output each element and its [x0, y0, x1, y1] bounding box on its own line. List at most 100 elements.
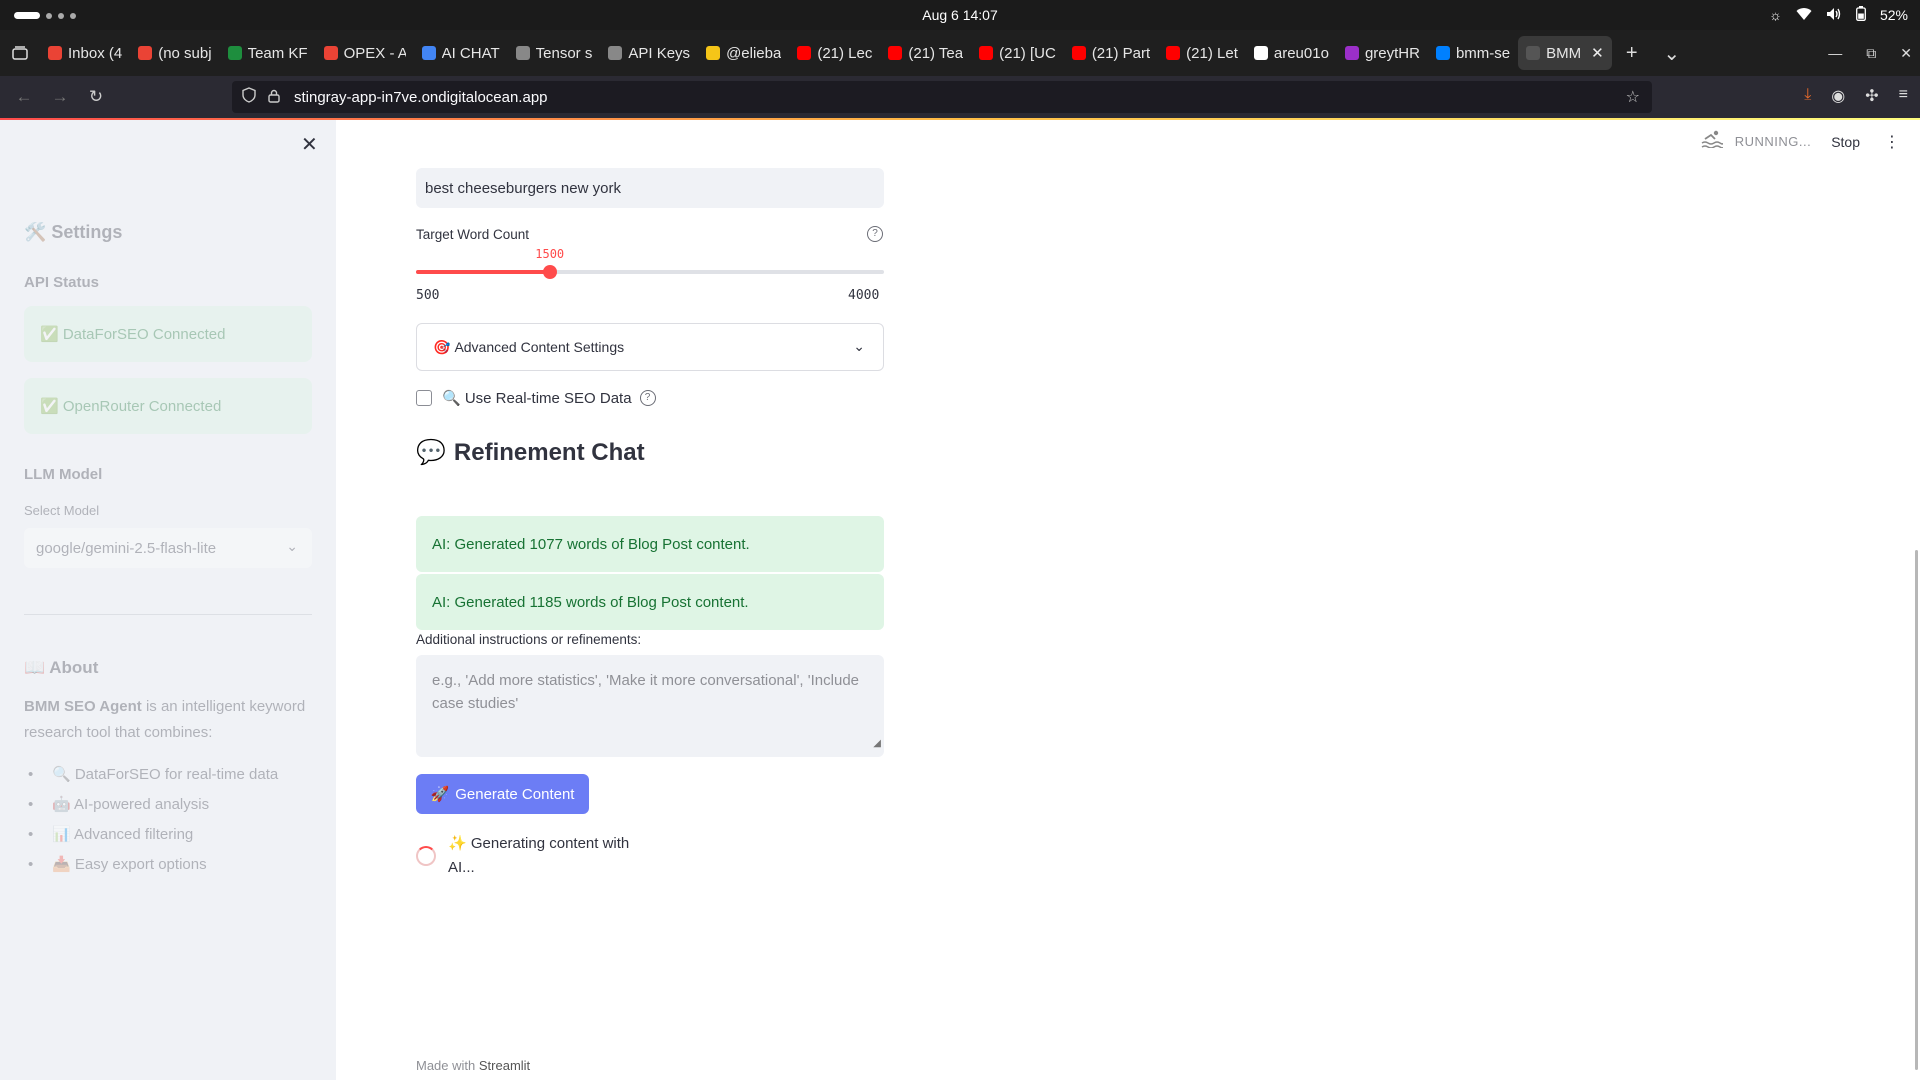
bookmark-star-icon[interactable]: ☆ — [1626, 87, 1640, 107]
status-message-openrouter: ✅ OpenRouter Connected — [24, 378, 312, 434]
lock-icon[interactable] — [268, 89, 286, 106]
help-icon[interactable]: ? — [639, 390, 656, 406]
youtube-icon — [797, 46, 812, 60]
sheets-icon — [227, 46, 242, 60]
tab-label: areu01o — [1273, 44, 1329, 62]
youtube-icon — [1166, 46, 1181, 60]
restore-icon[interactable]: ⧉ — [1866, 45, 1876, 62]
tab-label: API Keys — [628, 44, 691, 62]
browser-tab[interactable]: AI CHAT — [414, 36, 508, 70]
emoji-icon — [706, 46, 721, 60]
generate-content-button[interactable]: 🚀 Generate Content — [416, 774, 589, 814]
tab-label: OPEX - A — [343, 44, 406, 62]
realtime-seo-checkbox[interactable] — [416, 390, 432, 406]
browser-tab[interactable]: bmm-se — [1428, 36, 1518, 70]
tab-label: bmm-se — [1455, 44, 1511, 62]
realtime-seo-checkbox-row[interactable]: 🔍 Use Real-time SEO Data ? — [416, 389, 656, 407]
back-arrow-icon[interactable]: ← — [6, 87, 42, 107]
slider-fill — [416, 270, 550, 274]
slider-current-value: 1500 — [535, 247, 565, 261]
generating-status: ✨ Generating content with AI... — [416, 832, 648, 880]
tab-overview-icon[interactable] — [0, 30, 40, 76]
shield-icon[interactable] — [242, 87, 260, 107]
chevron-down-icon: ⌄ — [286, 538, 298, 554]
browser-tab[interactable]: (21) Tea — [880, 36, 971, 70]
close-window-icon[interactable]: ✕ — [1900, 45, 1912, 62]
tab-label: Team KF — [247, 44, 308, 62]
running-swimmer-icon — [1701, 130, 1724, 153]
word-count-slider[interactable]: 1500 — [416, 247, 884, 279]
list-item: 🤖 AI-powered analysis — [28, 790, 278, 820]
generating-text: ✨ Generating content with AI... — [448, 835, 630, 876]
close-tab-icon[interactable]: ✕ — [1591, 44, 1604, 62]
slider-max-label: 4000 — [848, 288, 880, 303]
browser-nav-bar: ← → ↻ stingray-app-in7ve.ondigitalocean.… — [0, 76, 1920, 118]
textarea-placeholder: e.g., 'Add more statistics', 'Make it mo… — [432, 672, 860, 712]
browser-tab[interactable]: (21) Part — [1064, 36, 1158, 70]
page-scrollbar[interactable] — [1915, 550, 1918, 1070]
keyword-input[interactable]: best cheeseburgers new york — [416, 168, 884, 208]
app-status-widget: RUNNING... Stop ⋮ — [1701, 130, 1900, 153]
word-count-label: Target Word Count — [416, 227, 530, 242]
new-tab-button[interactable]: + — [1612, 42, 1652, 65]
browser-tab[interactable]: (21) Let — [1158, 36, 1246, 70]
youtube-icon — [979, 46, 994, 60]
select-model-label: Select Model — [24, 503, 100, 518]
browser-tab[interactable]: Team KF — [220, 36, 316, 70]
menu-icon[interactable]: ≡ — [1899, 86, 1908, 106]
browser-tab[interactable]: OPEX - A — [316, 36, 414, 70]
tab-label: (21) Part — [1091, 44, 1151, 62]
streamlit-link[interactable]: Streamlit — [479, 1058, 530, 1073]
browser-tab[interactable]: BMM ✕ — [1518, 36, 1612, 70]
greythr-icon — [1344, 46, 1359, 60]
slider-thumb[interactable] — [542, 265, 557, 279]
browser-tab[interactable]: (no subj — [130, 36, 219, 70]
chat-title-text: Refinement Chat — [453, 438, 645, 466]
main-menu-icon[interactable]: ⋮ — [1884, 132, 1900, 152]
llm-model-heading: LLM Model — [24, 466, 103, 483]
tab-list-chevron-icon[interactable]: ⌄ — [1652, 41, 1692, 66]
tab-label: @elieba — [726, 44, 782, 62]
browser-tab[interactable]: areu01o — [1246, 36, 1337, 70]
os-top-bar: Aug 6 14:07 ☼ 52% — [0, 0, 1920, 30]
help-icon[interactable]: ? — [867, 226, 883, 242]
tab-label: Inbox (4 — [68, 44, 123, 62]
minimize-icon[interactable]: — — [1828, 45, 1842, 61]
rocket-icon: 🚀 — [430, 786, 450, 803]
battery-percent: 52% — [1879, 7, 1908, 23]
browser-tab[interactable]: Inbox (4 — [40, 36, 130, 70]
api-icon — [608, 46, 623, 60]
url-bar[interactable]: stingray-app-in7ve.ondigitalocean.app ☆ — [232, 81, 1652, 113]
model-select-value: google/gemini-2.5-flash-lite — [36, 539, 217, 557]
browser-tab[interactable]: @elieba — [698, 36, 789, 70]
model-select[interactable]: google/gemini-2.5-flash-lite ⌄ — [24, 528, 312, 568]
tab-label: (no subj — [158, 44, 212, 62]
advanced-settings-expander[interactable]: 🎯 Advanced Content Settings ⌄ — [416, 323, 884, 371]
account-icon[interactable]: ◉ — [1831, 86, 1845, 106]
refinement-textarea[interactable]: e.g., 'Add more statistics', 'Make it mo… — [416, 655, 884, 757]
reload-icon[interactable]: ↻ — [78, 87, 114, 107]
slider-min-label: 500 — [416, 288, 440, 303]
brightness-icon: ☼ — [1769, 7, 1782, 23]
wifi-icon — [1796, 7, 1812, 24]
footer: Made with Streamlit — [416, 1058, 530, 1073]
gmail-icon — [48, 46, 62, 60]
forward-arrow-icon[interactable]: → — [42, 87, 78, 107]
about-heading: 📖 About — [24, 658, 99, 677]
browser-tab[interactable]: (21) [UC — [971, 36, 1064, 70]
browser-tab[interactable]: API Keys — [600, 36, 698, 70]
status-message-dataforseo: ✅ DataForSEO Connected — [24, 306, 312, 362]
system-clock[interactable]: Aug 6 14:07 — [0, 7, 1920, 23]
extensions-icon[interactable]: ✣ — [1865, 86, 1878, 106]
battery-icon — [1856, 6, 1866, 24]
resize-handle-icon[interactable]: ◢ — [873, 732, 881, 755]
browser-tab[interactable]: greytHR — [1337, 36, 1428, 70]
stop-button[interactable]: Stop — [1831, 134, 1860, 150]
browser-tab[interactable]: (21) Lec — [789, 36, 880, 70]
checkbox-label[interactable]: 🔍 Use Real-time SEO Data — [442, 389, 632, 407]
system-tray[interactable]: ☼ 52% — [1769, 6, 1908, 24]
close-sidebar-icon[interactable]: ✕ — [301, 132, 318, 157]
browser-tab[interactable]: Tensor s — [508, 36, 601, 70]
download-icon[interactable]: ⤓ — [1804, 86, 1811, 106]
tab-label: BMM — [1546, 44, 1582, 62]
